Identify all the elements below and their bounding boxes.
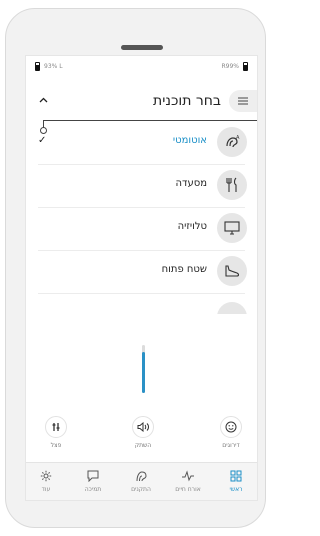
smiley-icon <box>220 416 242 438</box>
program-item-tv[interactable]: טלויזיה <box>26 208 257 251</box>
program-label: שטח פתוח <box>161 264 207 275</box>
grid-icon <box>216 469 256 483</box>
volume-level <box>142 352 145 393</box>
tab-devices[interactable]: התקנים <box>121 469 161 493</box>
mute-control[interactable]: השתק <box>123 416 163 449</box>
mute-label: השתק <box>134 442 152 449</box>
tab-lifestyle[interactable]: אורח חיים <box>168 469 208 493</box>
phone-speaker-notch <box>121 45 163 50</box>
mood-control[interactable]: דירוגים <box>211 416 251 449</box>
tab-label: עוד <box>41 486 51 493</box>
program-item-partial[interactable] <box>26 294 257 314</box>
speaker-icon <box>132 416 154 438</box>
equalizer-icon <box>45 416 67 438</box>
tab-label: התקנים <box>131 486 151 493</box>
outdoor-shoe-icon <box>217 256 247 286</box>
program-item-automatic[interactable]: ✓ אוטומטי A <box>26 122 257 165</box>
program-label: טלויזיה <box>177 221 207 232</box>
program-label: מסעדה <box>175 178 207 189</box>
page-title: בחר תוכנית <box>153 93 221 109</box>
program-header: בחר תוכנית <box>26 84 257 120</box>
tab-more[interactable]: עוד <box>26 469 66 493</box>
svg-text:A: A <box>236 135 240 141</box>
automatic-ear-icon: A <box>217 127 247 157</box>
tv-icon <box>217 213 247 243</box>
list-icon <box>238 97 248 105</box>
program-list-button[interactable] <box>229 90 257 112</box>
tab-home[interactable]: ראשי <box>216 469 256 493</box>
pointer-line <box>43 120 257 121</box>
tab-support[interactable]: תמיכה <box>73 469 113 493</box>
restaurant-icon <box>217 170 247 200</box>
selected-check-icon: ✓ <box>38 135 47 146</box>
program-label: אוטומטי <box>172 135 207 146</box>
chat-icon <box>73 469 113 483</box>
tab-label: ראשי <box>229 486 243 493</box>
left-battery-icon <box>35 62 40 71</box>
bottom-tab-bar: עוד תמיכה התקנים אורח חיים ראשי <box>26 462 257 500</box>
program-item-restaurant[interactable]: מסעדה <box>26 165 257 208</box>
right-battery-icon <box>243 62 248 71</box>
right-battery-label: R99% <box>221 63 239 70</box>
tab-label: אורח חיים <box>175 486 201 493</box>
left-battery-label: 93% L <box>44 63 63 70</box>
hearing-aid-icon <box>121 469 161 483</box>
tab-label: תמיכה <box>84 486 102 493</box>
equalizer-label: פצל <box>50 442 62 449</box>
collapse-chevron-icon[interactable] <box>39 93 48 106</box>
gear-icon <box>26 469 66 483</box>
program-icon-partial <box>217 302 247 314</box>
mood-label: דירוגים <box>222 442 240 449</box>
volume-slider[interactable] <box>142 345 145 393</box>
pulse-icon <box>168 469 208 483</box>
equalizer-control[interactable]: פצל <box>36 416 76 449</box>
program-item-outdoor[interactable]: שטח פתוח <box>26 251 257 294</box>
app-screen: 93% L R99% בחר תוכנית ✓ אוטומטי A מסעדה … <box>25 55 258 501</box>
